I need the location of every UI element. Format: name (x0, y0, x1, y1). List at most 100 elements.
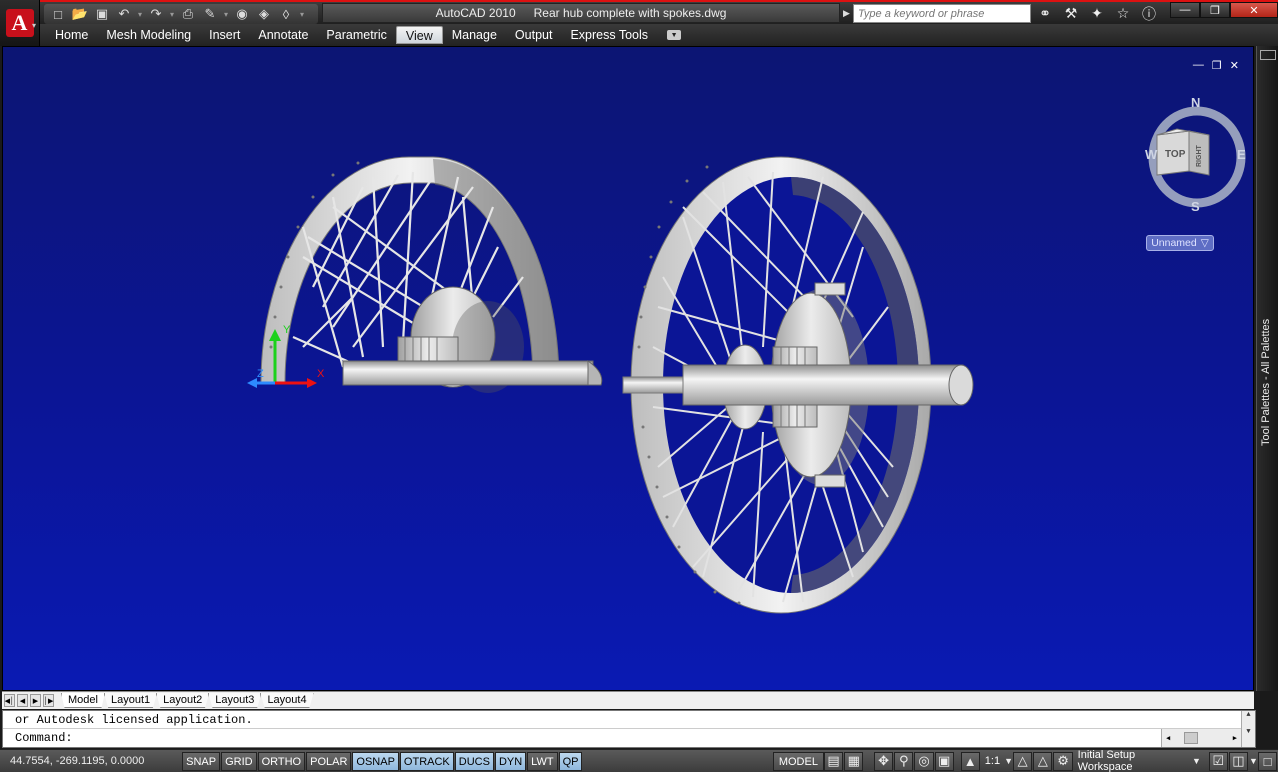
viewport-minimize-icon[interactable]: — (1193, 59, 1204, 72)
application-menu-button[interactable]: A ▾ (0, 0, 40, 46)
viewport-restore-icon[interactable]: ❐ (1212, 59, 1222, 72)
viewcube[interactable]: TOP RIGHT N S E W (1143, 95, 1247, 215)
hardware-acceleration-icon[interactable]: ◫ (1228, 751, 1248, 771)
command-h-scrollbar[interactable]: ◀ ▶ (1161, 729, 1241, 747)
publish-dropdown-icon[interactable]: ▾ (222, 10, 230, 19)
viewport-close-icon[interactable]: ✕ (1230, 59, 1239, 72)
tab-parametric[interactable]: Parametric (317, 26, 395, 44)
scroll-right-icon[interactable]: ▶ (1233, 734, 1237, 743)
help-icon[interactable]: ⓘ (1138, 5, 1160, 23)
document-name: Rear hub complete with spokes.dwg (533, 6, 727, 20)
scroll-left-icon[interactable]: ◀ (1166, 734, 1170, 743)
quick-view-icon[interactable]: ▦ (844, 751, 864, 771)
scroll-down-icon[interactable]: ▼ (1242, 728, 1255, 736)
drawing-viewport[interactable]: Y X Z — ❐ ✕ TOP RIGHT N S E W Unnamed ▽ (2, 46, 1254, 691)
tab-express-tools[interactable]: Express Tools (561, 26, 657, 44)
palette-properties-icon[interactable] (1260, 50, 1276, 60)
ducs-toggle[interactable]: DUCS (454, 751, 494, 771)
lwt-toggle[interactable]: LWT (527, 751, 558, 771)
ucs-menu-button[interactable]: Unnamed ▽ (1146, 235, 1214, 251)
chevron-down-icon[interactable]: ▼ (1004, 756, 1013, 766)
new-icon[interactable]: □ (48, 5, 68, 23)
dyn-toggle[interactable]: DYN (494, 751, 527, 771)
tool-palette-strip[interactable]: Tool Palettes - All Palettes (1256, 46, 1278, 691)
qp-toggle[interactable]: QP (558, 751, 583, 771)
tab-annotate[interactable]: Annotate (249, 26, 317, 44)
command-prompt[interactable]: Command: (3, 729, 1255, 747)
publish-icon[interactable]: ✎ (200, 5, 220, 23)
search-expand-icon[interactable]: ▶ (843, 8, 853, 19)
plot-icon[interactable]: ⎙ (178, 5, 198, 23)
annotation-visibility-icon[interactable]: △ (1012, 751, 1033, 771)
steering-wheel-icon[interactable]: ◎ (914, 751, 934, 771)
layer-icon[interactable]: ◉ (232, 5, 252, 23)
zoom-icon[interactable]: ⚲ (894, 751, 914, 771)
qat-customize-icon[interactable]: ▾ (298, 10, 306, 19)
layout-tab-layout1[interactable]: Layout1 (103, 693, 158, 708)
workspace-gear-icon[interactable]: ⚙ (1053, 751, 1073, 771)
layout-icon[interactable]: ▤ (823, 751, 844, 771)
command-scrollbar[interactable]: ▲ ▼ (1241, 711, 1255, 747)
ribbon-tab-bar: Home Mesh Modeling Insert Annotate Param… (0, 24, 1278, 46)
pan-icon[interactable]: ✥ (873, 751, 894, 771)
window-controls: — ❐ ✕ (1170, 2, 1278, 18)
infocenter-icons: ⚭ ⚒ ✦ ☆ ⓘ (1034, 3, 1160, 24)
workspace-icon[interactable]: ◊ (276, 5, 296, 23)
satellite-icon[interactable]: ✦ (1086, 5, 1108, 23)
annotation-scale[interactable]: 1:1 (981, 755, 1004, 767)
osnap-toggle[interactable]: OSNAP (352, 751, 399, 771)
tab-insert[interactable]: Insert (200, 26, 249, 44)
half-wheel-section (260, 156, 603, 393)
redo-dropdown-icon[interactable]: ▾ (168, 10, 176, 19)
lock-icon[interactable]: ☑ (1208, 751, 1228, 771)
layout-tab-layout2[interactable]: Layout2 (156, 693, 210, 708)
minimize-button[interactable]: — (1170, 2, 1200, 18)
polar-toggle[interactable]: POLAR (306, 751, 352, 771)
compass-s-label[interactable]: S (1191, 199, 1200, 214)
restore-button[interactable]: ❐ (1200, 2, 1230, 18)
layout-tab-layout3[interactable]: Layout3 (208, 693, 262, 708)
prev-layout-icon[interactable]: ◀ (17, 694, 28, 707)
next-layout-icon[interactable]: ▶ (30, 694, 41, 707)
scroll-thumb[interactable] (1184, 732, 1199, 744)
ribbon-minimize-icon[interactable]: ▼ (667, 30, 682, 40)
clean-screen-icon[interactable]: □ (1257, 751, 1278, 771)
tab-home[interactable]: Home (46, 26, 97, 44)
otrack-toggle[interactable]: OTRACK (399, 751, 454, 771)
match-properties-icon[interactable]: ◈ (254, 5, 274, 23)
tab-view[interactable]: View (395, 26, 443, 44)
coordinates-readout[interactable]: 44.7554, -269.1195, 0.0000 (0, 755, 182, 767)
compass-n-label[interactable]: N (1191, 95, 1200, 110)
open-icon[interactable]: 📂 (70, 5, 90, 23)
scroll-up-icon[interactable]: ▲ (1242, 711, 1255, 719)
communication-center-icon[interactable]: ⚒ (1060, 5, 1082, 23)
save-icon[interactable]: ▣ (92, 5, 112, 23)
last-layout-icon[interactable]: │▶ (43, 694, 54, 707)
layout-tab-model[interactable]: Model (61, 693, 105, 708)
ortho-toggle[interactable]: ORTHO (257, 751, 306, 771)
tab-manage[interactable]: Manage (443, 26, 506, 44)
auto-scale-icon[interactable]: △ (1033, 751, 1053, 771)
chevron-down-icon[interactable]: ▼ (1192, 756, 1201, 766)
undo-dropdown-icon[interactable]: ▾ (136, 10, 144, 19)
tab-output[interactable]: Output (506, 26, 562, 44)
undo-icon[interactable]: ↶ (114, 5, 134, 23)
layout-tab-layout4[interactable]: Layout4 (260, 693, 314, 708)
first-layout-icon[interactable]: ◀│ (4, 694, 15, 707)
compass-w-label[interactable]: W (1145, 147, 1158, 162)
favorites-star-icon[interactable]: ☆ (1112, 5, 1134, 23)
model-space-button[interactable]: MODEL (772, 751, 824, 771)
search-input[interactable] (853, 4, 1031, 23)
command-window[interactable]: or Autodesk licensed application. Comman… (2, 710, 1256, 748)
snap-toggle[interactable]: SNAP (182, 751, 221, 771)
close-button[interactable]: ✕ (1230, 2, 1278, 18)
grid-toggle[interactable]: GRID (221, 751, 257, 771)
redo-icon[interactable]: ↷ (146, 5, 166, 23)
workspace-switcher[interactable]: Initial Setup Workspace (1074, 749, 1192, 772)
showmotion-icon[interactable]: ▣ (934, 751, 954, 771)
binoculars-icon[interactable]: ⚭ (1034, 5, 1056, 23)
status-menu-icon[interactable]: ▼ (1249, 756, 1258, 766)
tab-mesh-modeling[interactable]: Mesh Modeling (97, 26, 200, 44)
annotation-scale-icon[interactable]: ▲ (960, 751, 980, 771)
compass-e-label[interactable]: E (1237, 147, 1246, 162)
